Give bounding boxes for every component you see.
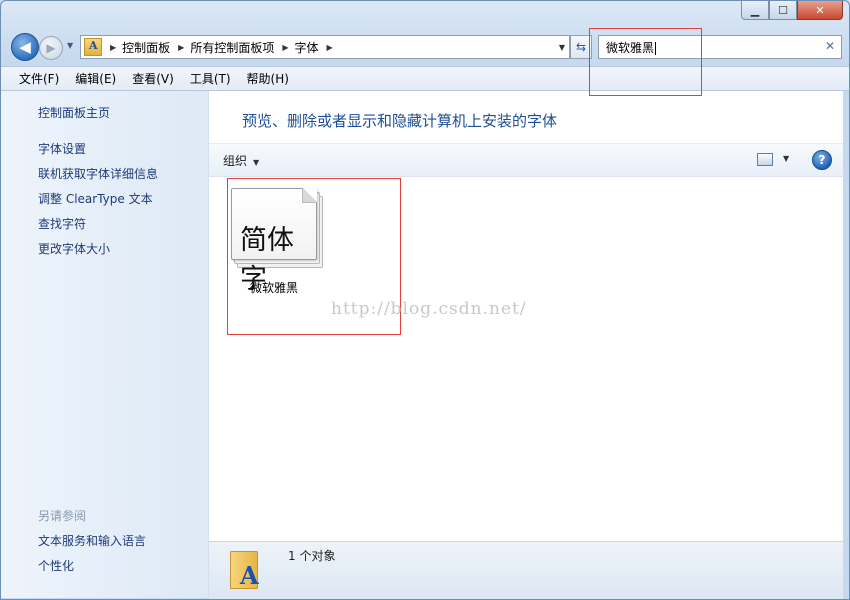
item-count: 1 个对象: [288, 549, 336, 563]
help-button[interactable]: ?: [812, 150, 832, 170]
fonts-folder-large-icon: A: [228, 547, 259, 590]
menu-help[interactable]: 帮助(H): [239, 70, 297, 87]
cleartype-link[interactable]: 调整 ClearType 文本: [38, 190, 153, 207]
breadcrumb-fonts[interactable]: 字体: [295, 39, 319, 56]
organize-label: 组织: [223, 154, 248, 168]
see-also-heading: 另请参阅: [38, 509, 87, 523]
menu-edit[interactable]: 编辑(E): [67, 70, 124, 87]
menu-tools[interactable]: 工具(T): [182, 70, 239, 87]
content-pane: 预览、删除或者显示和隐藏计算机上安装的字体 组织 ▼ ▼ ? 简体字 微软雅黑 h…: [209, 91, 843, 541]
title-bar[interactable]: ▁ ☐ ✕: [1, 1, 849, 29]
search-value: 微软雅黑: [606, 40, 655, 55]
chevron-right-icon[interactable]: ▶: [282, 43, 288, 52]
change-view-icon[interactable]: [757, 153, 773, 166]
refresh-button[interactable]: ⇆: [570, 35, 592, 59]
text-services-link[interactable]: 文本服务和输入语言: [38, 532, 146, 549]
maximize-button[interactable]: ☐: [769, 1, 797, 20]
recent-pages-dropdown[interactable]: ▼: [67, 41, 73, 50]
online-font-info-link[interactable]: 联机获取字体详细信息: [38, 165, 158, 182]
back-button[interactable]: ◀: [11, 33, 39, 61]
clear-search-icon[interactable]: ✕: [825, 39, 835, 53]
search-input[interactable]: 微软雅黑: [606, 39, 657, 56]
fonts-folder-icon: [84, 38, 102, 56]
chevron-down-icon: ▼: [253, 158, 260, 167]
caption-buttons: ▁ ☐ ✕: [741, 1, 843, 20]
view-options-dropdown[interactable]: ▼: [783, 154, 789, 163]
minimize-button[interactable]: ▁: [741, 1, 769, 20]
menu-bar: 文件(F) 编辑(E) 查看(V) 工具(T) 帮助(H): [1, 66, 849, 91]
breadcrumb-all-items[interactable]: 所有控制面板项: [190, 39, 274, 56]
arrow-right-icon: ▶: [46, 41, 56, 55]
watermark: http://blog.csdn.net/: [331, 299, 527, 319]
navigation-bar: ◀ ▶ ▼ ▶ 控制面板 ▶ 所有控制面板项 ▶ 字体 ▶ ▼ ⇆ 微软雅黑 ✕: [1, 31, 849, 63]
address-dropdown-icon[interactable]: ▼: [559, 43, 565, 52]
explorer-window: ▁ ☐ ✕ ◀ ▶ ▼ ▶ 控制面板 ▶ 所有控制面板项 ▶ 字体 ▶ ▼ ⇆ …: [0, 0, 850, 600]
page-heading: 预览、删除或者显示和隐藏计算机上安装的字体: [242, 112, 558, 130]
menu-file[interactable]: 文件(F): [11, 70, 67, 87]
address-bar[interactable]: ▶ 控制面板 ▶ 所有控制面板项 ▶ 字体 ▶ ▼: [80, 35, 570, 59]
control-panel-home-link[interactable]: 控制面板主页: [38, 104, 110, 121]
font-preview-icon: 简体字: [231, 188, 317, 295]
breadcrumb-control-panel[interactable]: 控制面板: [122, 39, 170, 56]
search-box[interactable]: 微软雅黑 ✕: [598, 35, 842, 59]
menu-view[interactable]: 查看(V): [124, 70, 182, 87]
close-button[interactable]: ✕: [797, 1, 843, 20]
organize-button[interactable]: 组织 ▼: [223, 152, 259, 169]
text-caret: [655, 41, 657, 55]
find-character-link[interactable]: 查找字符: [38, 215, 86, 232]
chevron-right-icon[interactable]: ▶: [327, 43, 333, 52]
change-font-size-link[interactable]: 更改字体大小: [38, 240, 110, 257]
chevron-right-icon[interactable]: ▶: [178, 43, 184, 52]
forward-button[interactable]: ▶: [39, 36, 63, 60]
personalization-link[interactable]: 个性化: [38, 557, 74, 574]
font-name-label: 微软雅黑: [250, 281, 299, 295]
task-pane: 控制面板主页 字体设置 联机获取字体详细信息 调整 ClearType 文本 查…: [1, 91, 209, 598]
details-pane: A 1 个对象: [209, 541, 843, 599]
chevron-right-icon[interactable]: ▶: [110, 43, 116, 52]
arrow-left-icon: ◀: [19, 38, 31, 56]
font-settings-link[interactable]: 字体设置: [38, 140, 86, 157]
refresh-icon: ⇆: [575, 40, 587, 54]
command-bar: 组织 ▼ ▼ ?: [209, 143, 843, 177]
